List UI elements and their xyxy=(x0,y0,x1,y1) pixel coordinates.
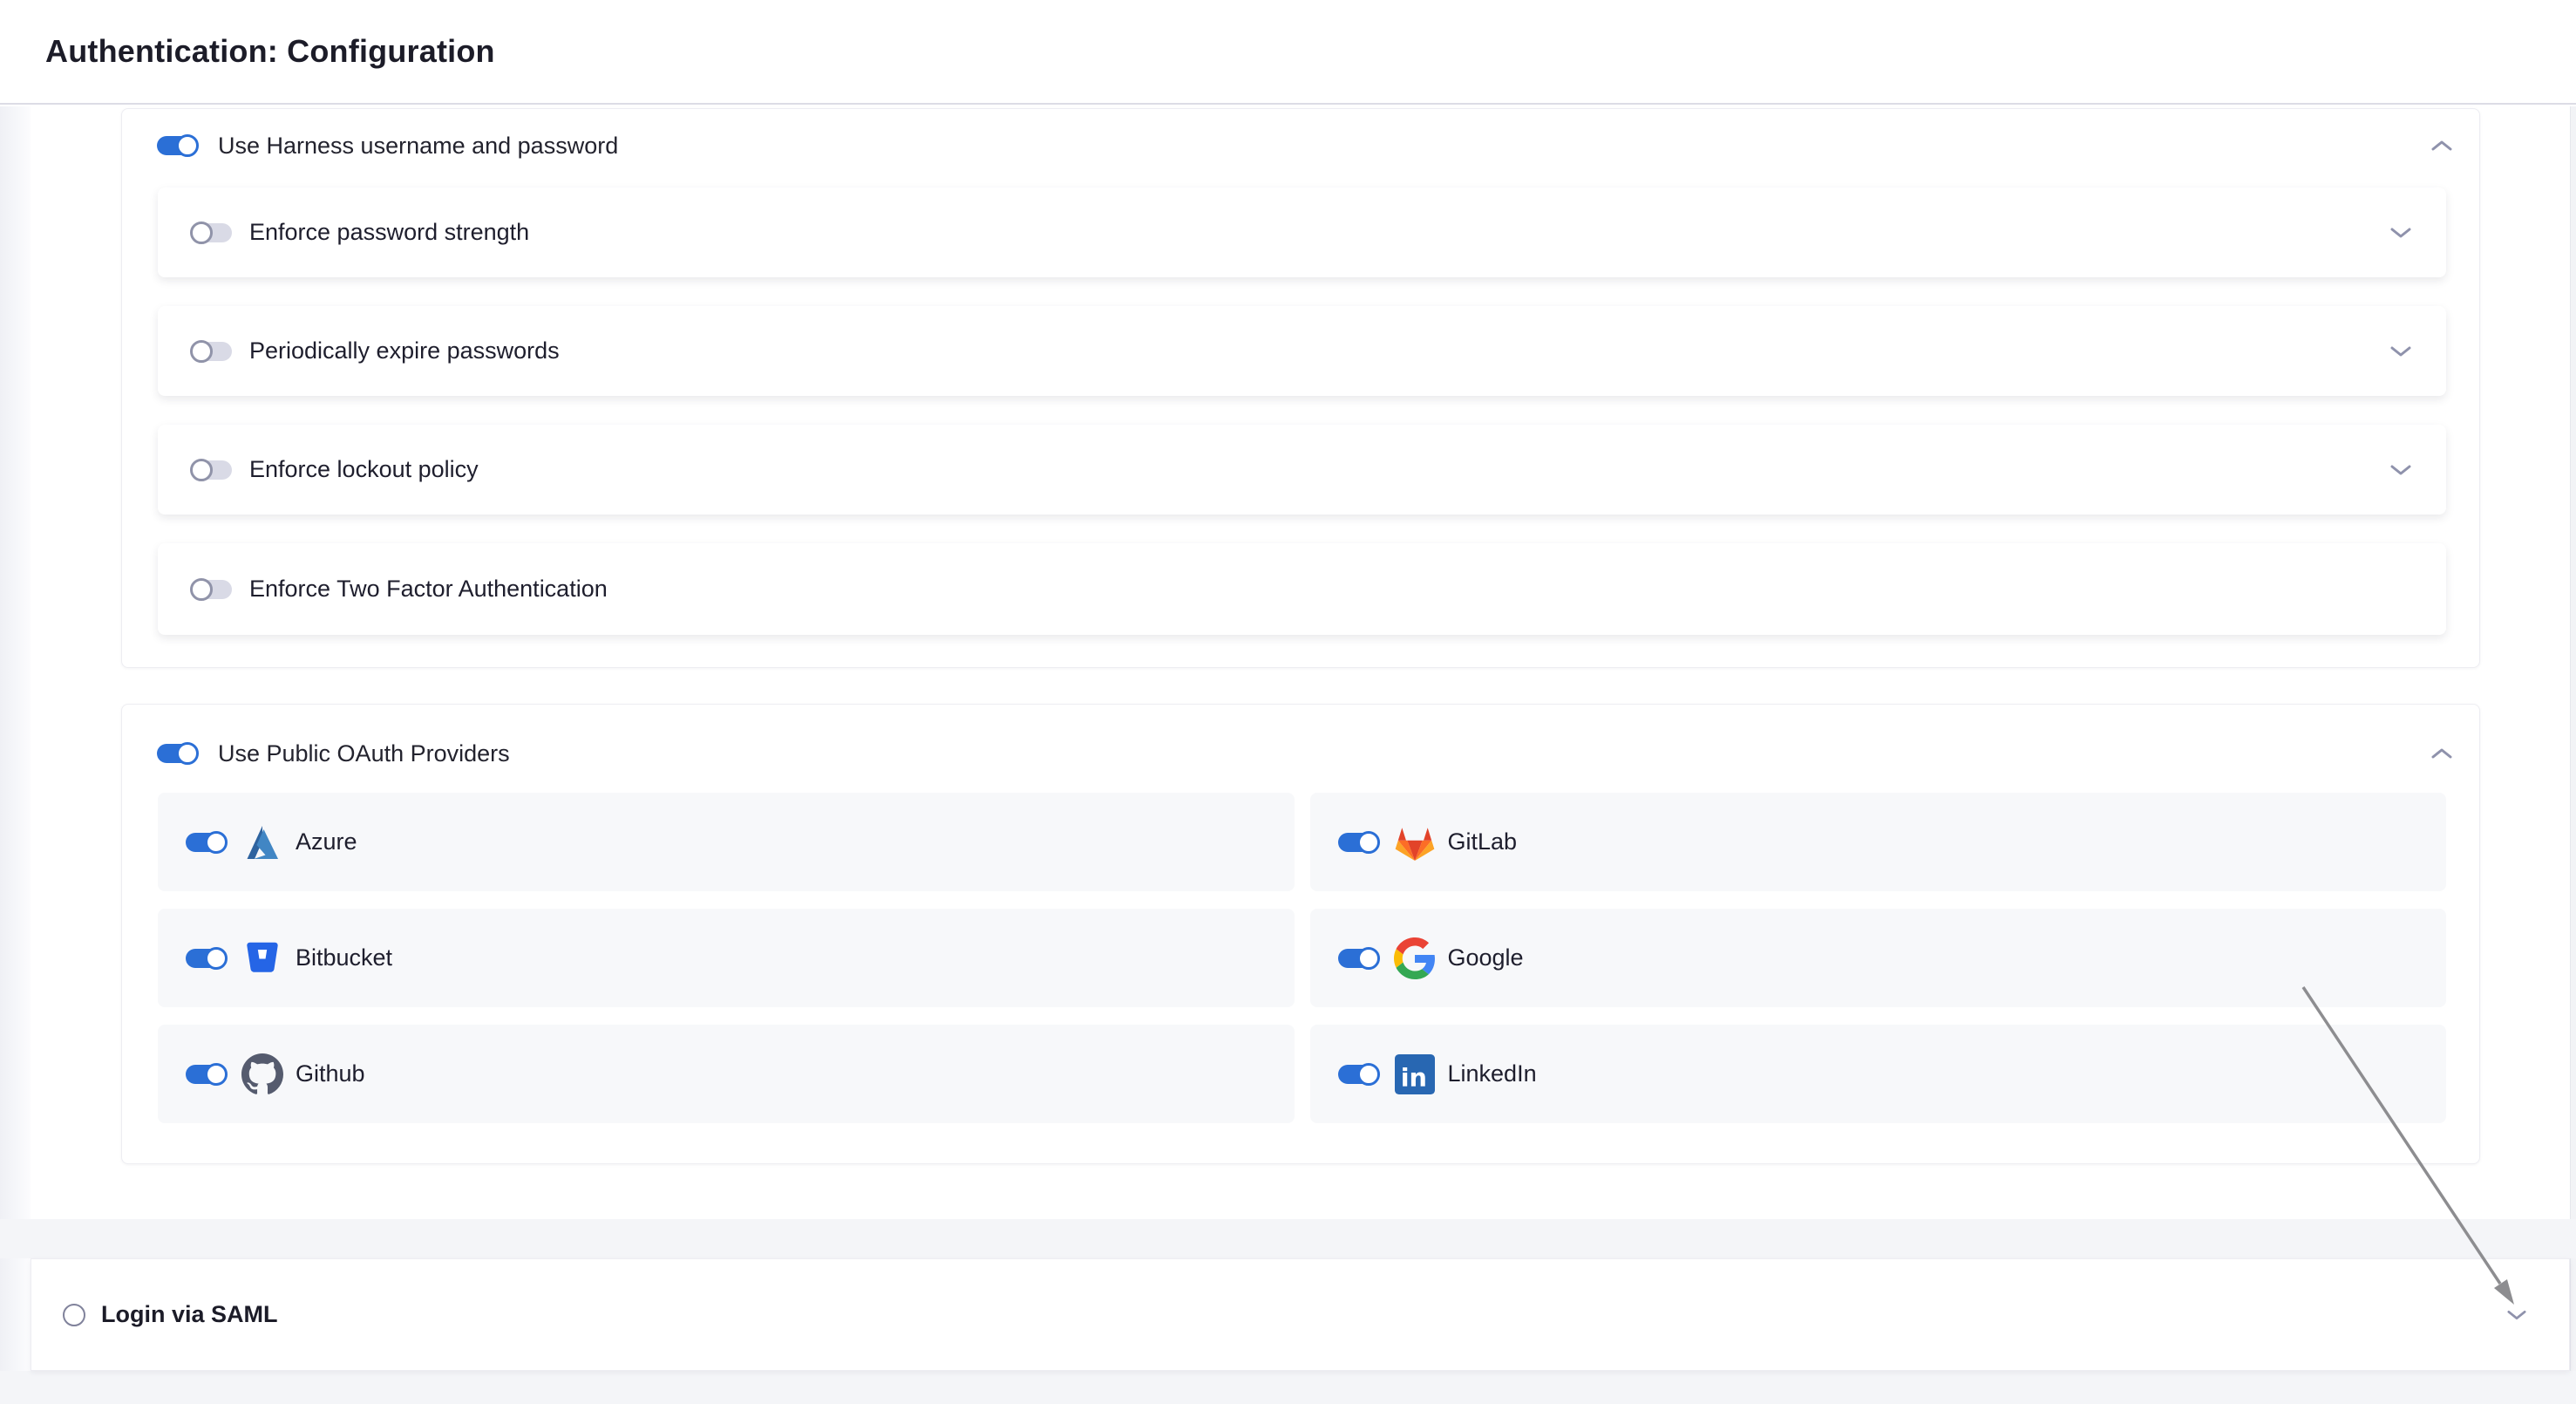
provider-label: Github xyxy=(296,1060,365,1087)
linkedin-icon: in xyxy=(1394,1053,1436,1095)
toggle-knob xyxy=(176,134,199,157)
section-label: Use Harness username and password xyxy=(218,133,618,160)
provider-tile-linkedin: in LinkedIn xyxy=(1310,1025,2447,1123)
azure-toggle[interactable] xyxy=(186,833,226,852)
expand-chevron-down-icon[interactable] xyxy=(2507,1310,2528,1320)
toggle-knob xyxy=(190,459,213,481)
oauth-providers-toggle[interactable] xyxy=(157,744,197,763)
toggle-knob xyxy=(205,947,228,970)
collapse-chevron-up-icon[interactable] xyxy=(2431,748,2452,759)
github-icon xyxy=(241,1053,283,1095)
provider-tile-gitlab: GitLab xyxy=(1310,793,2447,891)
subsetting-expire-passwords: Periodically expire passwords xyxy=(158,306,2446,396)
page-title: Authentication: Configuration xyxy=(45,33,495,70)
gitlab-icon xyxy=(1394,821,1436,863)
azure-icon xyxy=(241,821,283,863)
section-header-row: Use Harness username and password xyxy=(122,109,2479,182)
expand-chevron-down-icon[interactable] xyxy=(2390,346,2411,357)
subsetting-label: Enforce Two Factor Authentication xyxy=(249,576,608,603)
toggle-knob xyxy=(1357,947,1380,970)
provider-tile-github: Github xyxy=(158,1025,1295,1123)
toggle-knob xyxy=(190,340,213,363)
password-strength-toggle[interactable] xyxy=(192,223,232,242)
two-factor-toggle[interactable] xyxy=(192,580,232,599)
toggle-knob xyxy=(1357,831,1380,854)
expand-chevron-down-icon[interactable] xyxy=(2390,465,2411,475)
subsetting-label: Enforce lockout policy xyxy=(249,456,479,483)
provider-label: Google xyxy=(1448,944,1524,971)
linkedin-toggle[interactable] xyxy=(1338,1065,1378,1084)
section-username-password: Use Harness username and password Enforc… xyxy=(121,108,2480,668)
toggle-knob xyxy=(1357,1063,1380,1086)
toggle-knob xyxy=(190,578,213,601)
subsetting-two-factor: Enforce Two Factor Authentication xyxy=(158,543,2446,635)
left-gutter xyxy=(0,106,31,1404)
page-header: Authentication: Configuration xyxy=(0,0,2576,105)
right-scroll-gutter[interactable] xyxy=(2570,106,2576,1404)
bitbucket-icon xyxy=(241,937,283,979)
expire-passwords-toggle[interactable] xyxy=(192,342,232,361)
username-password-toggle[interactable] xyxy=(157,136,197,155)
collapse-chevron-up-icon[interactable] xyxy=(2431,140,2452,151)
subsetting-password-strength: Enforce password strength xyxy=(158,187,2446,277)
google-icon xyxy=(1394,937,1436,979)
toggle-knob xyxy=(176,742,199,765)
saml-radio[interactable] xyxy=(63,1304,85,1326)
provider-label: Bitbucket xyxy=(296,944,392,971)
provider-tile-azure: Azure xyxy=(158,793,1295,891)
toggle-knob xyxy=(205,831,228,854)
google-toggle[interactable] xyxy=(1338,949,1378,968)
subsetting-lockout-policy: Enforce lockout policy xyxy=(158,425,2446,515)
oauth-provider-grid: Azure GitLab xyxy=(158,793,2446,1123)
background-band xyxy=(0,1371,2576,1404)
background-band xyxy=(0,1219,2576,1258)
provider-tile-bitbucket: Bitbucket xyxy=(158,909,1295,1007)
subsetting-label: Enforce password strength xyxy=(249,219,529,246)
section-header-row: Use Public OAuth Providers xyxy=(122,705,2479,802)
provider-label: LinkedIn xyxy=(1448,1060,1537,1087)
section-oauth-providers: Use Public OAuth Providers Azure xyxy=(121,704,2480,1164)
toggle-knob xyxy=(205,1063,228,1086)
expand-chevron-down-icon[interactable] xyxy=(2390,228,2411,238)
gitlab-toggle[interactable] xyxy=(1338,833,1378,852)
saml-label: Login via SAML xyxy=(101,1301,278,1328)
section-label: Use Public OAuth Providers xyxy=(218,740,510,767)
bitbucket-toggle[interactable] xyxy=(186,949,226,968)
toggle-knob xyxy=(190,222,213,244)
lockout-policy-toggle[interactable] xyxy=(192,460,232,480)
provider-label: GitLab xyxy=(1448,828,1518,855)
section-login-saml: Login via SAML xyxy=(31,1258,2570,1371)
subsetting-label: Periodically expire passwords xyxy=(249,337,560,365)
github-toggle[interactable] xyxy=(186,1065,226,1084)
provider-tile-google: Google xyxy=(1310,909,2447,1007)
svg-text:in: in xyxy=(1400,1062,1426,1092)
provider-label: Azure xyxy=(296,828,357,855)
